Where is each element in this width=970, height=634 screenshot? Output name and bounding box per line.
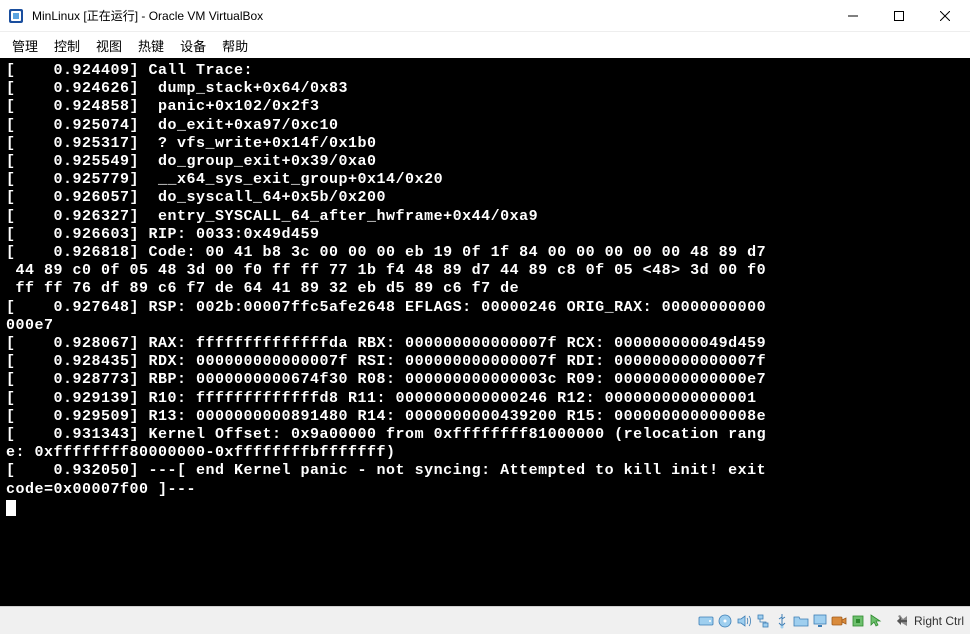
menu-hotkeys[interactable]: 热键 [138, 36, 164, 55]
recording-icon[interactable] [831, 613, 847, 629]
menu-devices[interactable]: 设备 [180, 36, 206, 55]
maximize-button[interactable] [876, 1, 922, 31]
host-key-label: Right Ctrl [914, 614, 964, 628]
host-key-indicator[interactable]: Right Ctrl [896, 614, 964, 628]
shared-folders-icon[interactable] [793, 613, 809, 629]
titlebar: MinLinux [正在运行] - Oracle VM VirtualBox [0, 0, 970, 32]
display-icon[interactable] [812, 613, 828, 629]
harddisk-icon[interactable] [698, 613, 714, 629]
close-button[interactable] [922, 1, 968, 31]
cpu-icon[interactable] [850, 613, 866, 629]
window-controls [830, 1, 968, 31]
status-icons [698, 613, 885, 629]
terminal-cursor [6, 500, 16, 516]
menu-manage[interactable]: 管理 [12, 36, 38, 55]
statusbar: Right Ctrl [0, 606, 970, 634]
mouse-integration-icon[interactable] [869, 613, 885, 629]
usb-icon[interactable] [774, 613, 790, 629]
minimize-button[interactable] [830, 1, 876, 31]
menu-view[interactable]: 视图 [96, 36, 122, 55]
menu-help[interactable]: 帮助 [222, 36, 248, 55]
virtualbox-icon [8, 8, 24, 24]
host-key-arrow-icon [896, 614, 910, 628]
terminal-output: [ 0.924409] Call Trace: [ 0.924626] dump… [0, 58, 970, 606]
menu-control[interactable]: 控制 [54, 36, 80, 55]
menubar: 管理 控制 视图 热键 设备 帮助 [0, 32, 970, 58]
audio-icon[interactable] [736, 613, 752, 629]
network-icon[interactable] [755, 613, 771, 629]
optical-disk-icon[interactable] [717, 613, 733, 629]
window-title: MinLinux [正在运行] - Oracle VM VirtualBox [32, 7, 830, 24]
